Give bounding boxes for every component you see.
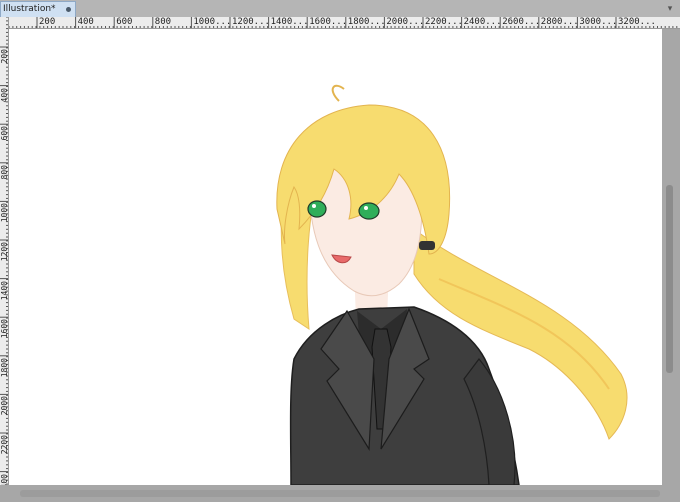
ruler-label-h: 1600...: [309, 17, 348, 27]
ruler-label-v: 1800: [0, 357, 9, 378]
horizontal-scroll-thumb[interactable]: [20, 490, 660, 497]
ruler-label-h: 2600...: [502, 17, 541, 27]
ruler-label-h: 800: [154, 17, 172, 27]
panel-collapse-icon[interactable]: ▾: [664, 4, 676, 14]
ahoge: [331, 84, 345, 102]
ruler-label-h: 1400...: [270, 17, 309, 27]
document-tab-title: Illustration*: [3, 4, 56, 14]
vertical-ruler[interactable]: 200 400 600 800 1000 1200 1400 1600 1800 2000 2200…: [0, 17, 9, 493]
close-tab-icon[interactable]: [66, 7, 71, 12]
ruler-label-v: 400: [0, 87, 9, 103]
ruler-label-v: 1600: [0, 319, 9, 339]
ruler-label-v: 800: [0, 164, 9, 180]
left-eye: [307, 200, 327, 218]
vertical-scrollbar[interactable]: [662, 29, 680, 485]
ruler-label-v: 2000: [0, 396, 9, 416]
ruler-label-h: 2200...: [425, 17, 463, 27]
document-tab[interactable]: Illustration*: [0, 1, 76, 17]
ruler-label-v: 1200: [0, 242, 9, 262]
horizontal-ruler[interactable]: 200 400 600 800 1000... 1200... 1400... 1600...…: [9, 17, 680, 29]
document-tab-bar: Illustration* ▾: [0, 0, 680, 17]
ruler-label-v: 1000: [0, 203, 9, 223]
ruler-label-h: 3200...: [618, 17, 656, 27]
ruler-label-h: 2400...: [463, 17, 502, 27]
ruler-label-h: 2000...: [386, 17, 425, 27]
hair-tie: [419, 241, 435, 250]
ruler-label-h: 3000...: [579, 17, 618, 27]
illustration-artwork: [276, 84, 628, 485]
drawing-canvas[interactable]: [9, 29, 662, 485]
ruler-label-h: 1000...: [193, 17, 232, 27]
ruler-label-v: 1400: [0, 280, 9, 300]
horizontal-scrollbar[interactable]: [0, 485, 680, 502]
right-eye-highlight: [364, 206, 368, 210]
ruler-label-h: 1200...: [232, 17, 270, 27]
ruler-label-v: 200: [0, 49, 9, 64]
ruler-label-h: 2800...: [540, 17, 579, 27]
ruler-label-v: 2200: [0, 435, 9, 455]
ruler-label-h: 200: [39, 17, 56, 27]
vertical-scroll-thumb[interactable]: [666, 185, 673, 373]
ruler-label-v: 600: [0, 126, 9, 141]
left-eye-highlight: [312, 204, 316, 208]
right-eye: [358, 202, 380, 220]
ruler-label-h: 600: [116, 17, 133, 27]
ruler-label-h: 400: [77, 17, 94, 27]
ruler-label-h: 1800...: [347, 17, 386, 27]
